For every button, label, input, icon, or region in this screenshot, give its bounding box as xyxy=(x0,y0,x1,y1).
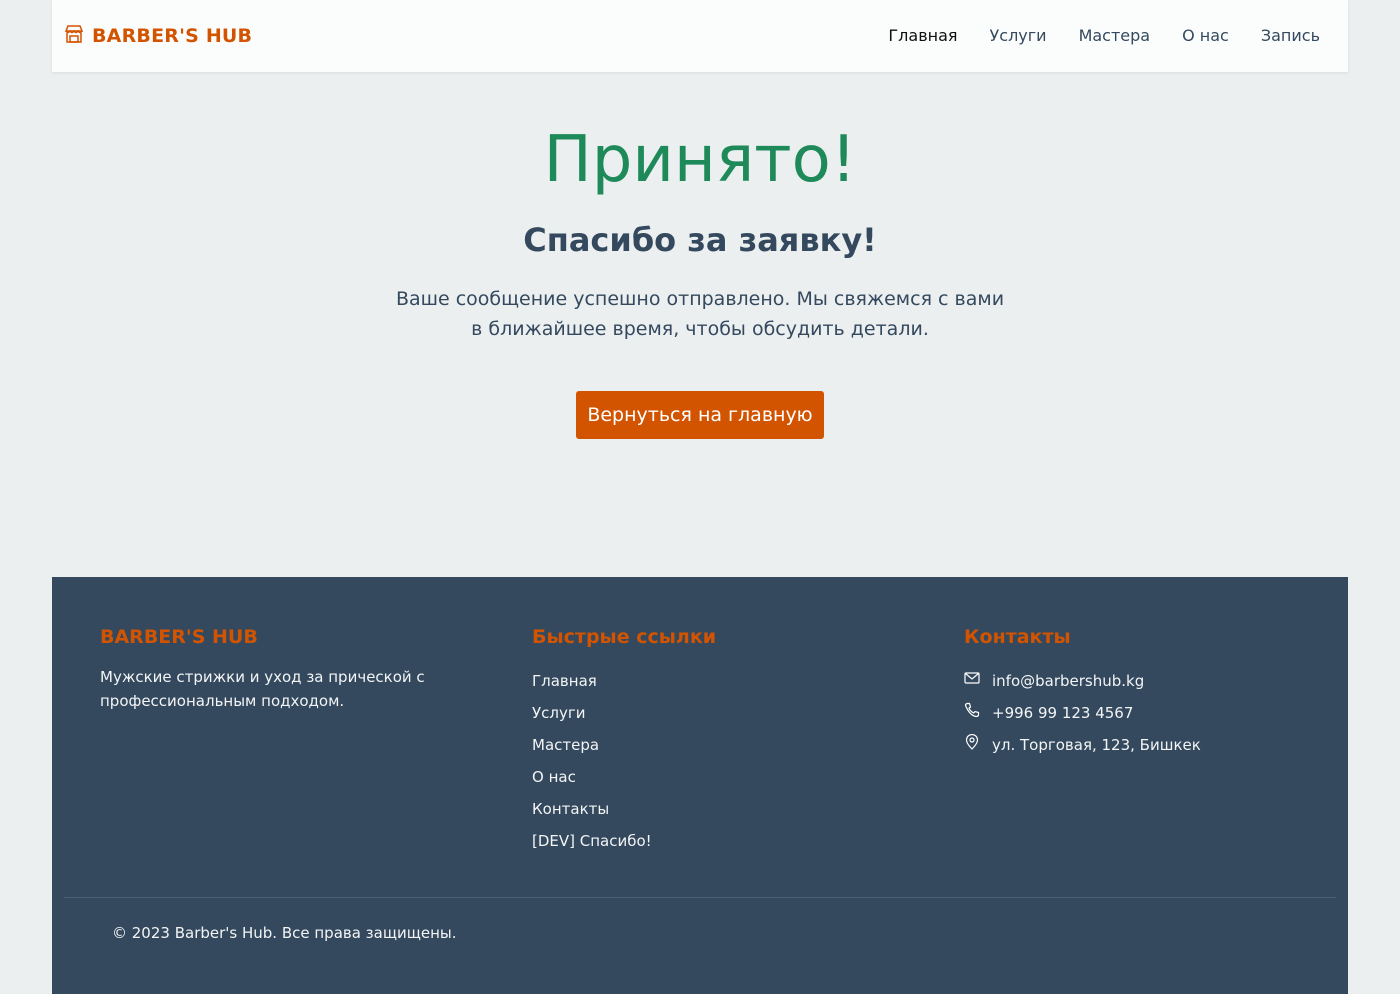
confirmation-message: Ваше сообщение успешно отправлено. Мы св… xyxy=(395,288,1005,340)
nav-link-home[interactable]: Главная xyxy=(888,24,957,48)
location-pin-icon xyxy=(964,729,980,761)
brand-logo-link[interactable]: BARBER'S HUB xyxy=(64,22,252,50)
nav-link-booking[interactable]: Запись xyxy=(1261,24,1320,48)
footer: BARBER'S HUB Мужские стрижки и уход за п… xyxy=(52,577,1348,994)
footer-divider xyxy=(64,897,1336,898)
contact-email: info@barbershub.kg xyxy=(964,665,1324,697)
brand-name: BARBER'S HUB xyxy=(92,25,253,47)
contact-phone: +996 99 123 4567 xyxy=(964,697,1324,729)
footer-links-title: Быстрые ссылки xyxy=(532,626,717,648)
contact-address: ул. Торговая, 123, Бишкек xyxy=(964,729,1324,761)
nav-link-about[interactable]: О нас xyxy=(1182,24,1229,48)
footer-link-masters[interactable]: Мастера xyxy=(532,729,892,761)
navbar: BARBER'S HUB Главная Услуги Мастера О на… xyxy=(52,0,1348,72)
shop-icon xyxy=(64,24,84,48)
thank-you-section: Принято! Спасибо за заявку! Ваше сообщен… xyxy=(0,72,1400,577)
footer-contacts-title: Контакты xyxy=(964,626,1071,648)
page-title: Принято! xyxy=(543,123,857,197)
footer-brand: BARBER'S HUB xyxy=(100,626,258,648)
footer-about-text: Мужские стрижки и уход за прической с пр… xyxy=(100,668,425,710)
phone-icon xyxy=(964,697,980,729)
main-nav: Главная Услуги Мастера О нас Запись xyxy=(888,24,1320,48)
footer-link-home[interactable]: Главная xyxy=(532,665,892,697)
footer-contacts-column: Контакты info@barbershub.kg +996 99 123 … xyxy=(964,625,1324,761)
contact-address-text: ул. Торговая, 123, Бишкек xyxy=(992,736,1201,754)
contact-email-text[interactable]: info@barbershub.kg xyxy=(992,665,1144,697)
footer-link-services[interactable]: Услуги xyxy=(532,697,892,729)
footer-about-column: BARBER'S HUB Мужские стрижки и уход за п… xyxy=(100,625,460,713)
nav-link-masters[interactable]: Мастера xyxy=(1079,24,1151,48)
footer-link-dev-thanks[interactable]: [DEV] Спасибо! xyxy=(532,825,892,857)
page-subtitle: Спасибо за заявку! xyxy=(523,221,877,259)
envelope-icon xyxy=(964,665,980,697)
nav-link-services[interactable]: Услуги xyxy=(990,24,1047,48)
footer-link-about[interactable]: О нас xyxy=(532,761,892,793)
back-home-button[interactable]: Вернуться на главную xyxy=(576,391,824,439)
footer-links-column: Быстрые ссылки Главная Услуги Мастера О … xyxy=(532,625,892,857)
copyright: © 2023 Barber's Hub. Все права защищены. xyxy=(112,924,457,942)
contact-phone-text[interactable]: +996 99 123 4567 xyxy=(992,697,1133,729)
footer-link-contacts[interactable]: Контакты xyxy=(532,793,892,825)
